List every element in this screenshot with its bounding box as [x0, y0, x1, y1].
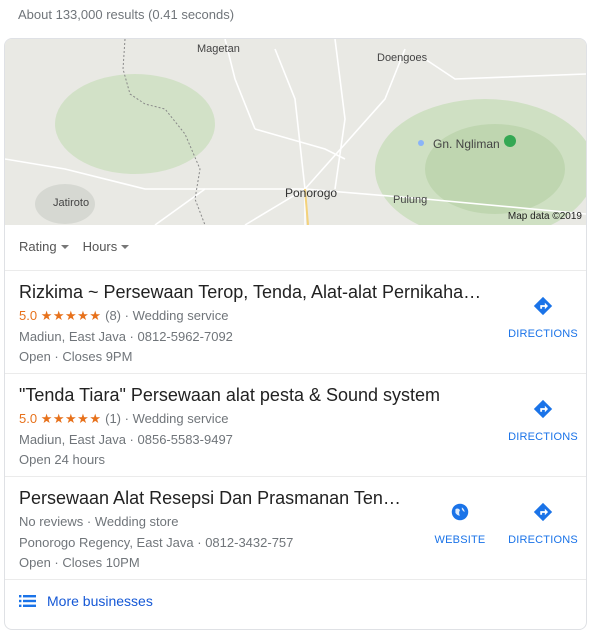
review-count: (8)	[105, 308, 121, 323]
map-label: Doengoes	[377, 52, 428, 64]
list-icon	[19, 595, 36, 607]
map-label: Pulung	[393, 194, 428, 206]
business-listing[interactable]: Persewaan Alat Resepsi Dan Prasmanan Ten…	[5, 477, 586, 579]
rating-row: 5.0 ★★★★★ (1) · Wedding service	[19, 411, 228, 427]
map-label: Magetan	[197, 43, 240, 55]
business-category: · Wedding service	[124, 411, 229, 426]
globe-icon	[451, 503, 469, 521]
directions-button[interactable]: DIRECTIONS	[508, 398, 578, 443]
business-listing[interactable]: "Tenda Tiara" Persewaan alat pesta & Sou…	[5, 374, 586, 476]
map-credit: Map data ©2019	[507, 211, 582, 222]
directions-label: DIRECTIONS	[508, 534, 578, 546]
rating-row: 5.0 ★★★★★ (8) · Wedding service	[19, 308, 228, 324]
rating-filter-label: Rating	[19, 239, 57, 254]
rating-value: 5.0	[19, 308, 38, 323]
rating-value: 5.0	[19, 411, 38, 426]
hours-filter[interactable]: Hours	[83, 239, 130, 254]
directions-label: DIRECTIONS	[508, 431, 578, 443]
directions-icon	[533, 502, 553, 522]
stars: ★★★★★	[40, 411, 102, 426]
divider	[5, 579, 586, 580]
directions-icon	[533, 399, 553, 419]
directions-button[interactable]: DIRECTIONS	[508, 501, 578, 546]
business-address: Ponorogo Regency, East Java · 0812-3432-…	[19, 535, 294, 550]
map-label: Ponorogo	[285, 186, 338, 200]
directions-icon	[533, 296, 553, 316]
more-businesses-link[interactable]: More businesses	[19, 593, 153, 609]
website-button[interactable]: WEBSITE	[425, 501, 495, 546]
map-pin-icon	[504, 135, 516, 147]
rating-filter[interactable]: Rating	[19, 239, 69, 254]
website-label: WEBSITE	[434, 534, 486, 546]
review-count: (1)	[105, 411, 121, 426]
map-thumbnail[interactable]: Magetan Doengoes Gn. Ngliman Jatiroto Po…	[5, 39, 586, 225]
results-stats: About 133,000 results (0.41 seconds)	[18, 7, 235, 22]
caret-down-icon	[60, 244, 69, 249]
local-pack-card: Magetan Doengoes Gn. Ngliman Jatiroto Po…	[4, 38, 587, 630]
directions-button[interactable]: DIRECTIONS	[508, 295, 578, 340]
business-address: Madiun, East Java · 0856-5583-9497	[19, 432, 233, 447]
business-title[interactable]: Rizkima ~ Persewaan Terop, Tenda, Alat-a…	[19, 282, 481, 303]
more-businesses-label: More businesses	[47, 593, 153, 609]
business-hours: Open 24 hours	[19, 452, 106, 467]
business-listing[interactable]: Rizkima ~ Persewaan Terop, Tenda, Alat-a…	[5, 271, 586, 373]
map-label: Gn. Ngliman	[433, 137, 500, 151]
review-and-category: No reviews · Wedding store	[19, 514, 179, 529]
business-hours: Open · Closes 9PM	[19, 349, 133, 364]
hours-filter-label: Hours	[82, 239, 118, 254]
business-hours: Open · Closes 10PM	[19, 555, 140, 570]
caret-down-icon	[121, 244, 130, 249]
filter-bar: Rating Hours	[19, 239, 130, 254]
map-label: Jatiroto	[53, 197, 90, 209]
business-address: Madiun, East Java · 0812-5962-7092	[19, 329, 233, 344]
business-category: · Wedding service	[124, 308, 229, 323]
stars: ★★★★★	[40, 308, 102, 323]
business-title[interactable]: Persewaan Alat Resepsi Dan Prasmanan Ten…	[19, 488, 401, 509]
business-title[interactable]: "Tenda Tiara" Persewaan alat pesta & Sou…	[19, 385, 440, 406]
directions-label: DIRECTIONS	[508, 328, 578, 340]
